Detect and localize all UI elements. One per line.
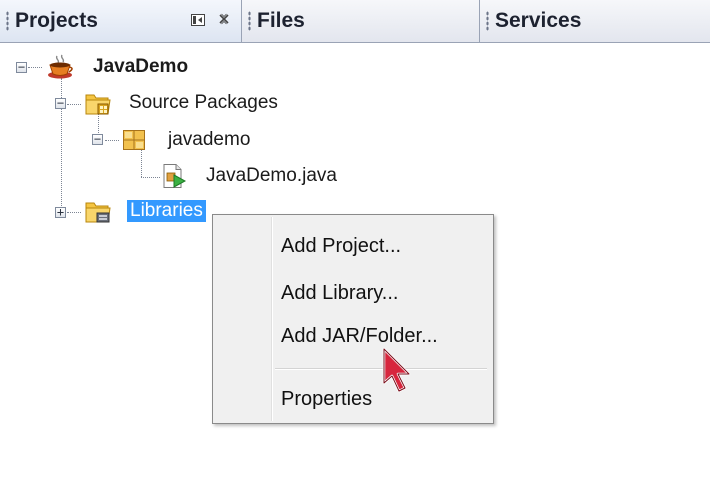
tab-projects[interactable]: Projects <box>0 0 242 42</box>
project-label: JavaDemo <box>93 56 189 77</box>
package-label: javademo <box>168 129 251 150</box>
mouse-pointer-icon <box>381 347 419 405</box>
tree-connector <box>67 104 81 105</box>
drag-grip[interactable] <box>486 11 489 31</box>
source-packages-label: Source Packages <box>129 92 278 113</box>
tree-connector <box>141 177 160 178</box>
tab-services-label: Services <box>495 9 582 32</box>
package-icon <box>122 128 148 156</box>
drag-grip[interactable] <box>6 11 9 31</box>
collapse-toggle[interactable]: − <box>55 97 66 109</box>
tab-services[interactable]: Services <box>480 0 710 42</box>
menu-item-add-jar-folder[interactable]: Add JAR/Folder... <box>281 325 438 348</box>
collapse-toggle[interactable]: − <box>92 133 103 145</box>
context-menu: Add Project... Add Library... Add JAR/Fo… <box>212 214 494 424</box>
panel-tab-bar: Projects Files Services <box>0 0 710 43</box>
library-folder-icon <box>84 199 112 229</box>
tab-files-label: Files <box>257 9 305 32</box>
menu-item-add-library[interactable]: Add Library... <box>281 282 398 305</box>
tree-connector <box>105 140 119 141</box>
menu-item-properties[interactable]: Properties <box>281 388 372 411</box>
source-folder-icon <box>84 91 112 121</box>
java-file-icon <box>161 163 187 193</box>
file-label: JavaDemo.java <box>206 165 337 186</box>
expand-toggle[interactable]: + <box>55 206 66 218</box>
coffee-cup-icon <box>46 54 76 84</box>
collapse-toggle[interactable]: − <box>16 61 27 73</box>
minimize-icon[interactable] <box>190 13 206 31</box>
close-icon[interactable] <box>218 13 230 29</box>
tab-projects-label: Projects <box>15 9 98 32</box>
tab-files[interactable]: Files <box>242 0 480 42</box>
tree-connector <box>28 67 42 68</box>
menu-item-add-project[interactable]: Add Project... <box>281 235 401 258</box>
menu-icon-gutter <box>271 217 273 421</box>
tree-connector <box>67 212 81 213</box>
libraries-label[interactable]: Libraries <box>127 200 206 222</box>
drag-grip[interactable] <box>248 11 251 31</box>
